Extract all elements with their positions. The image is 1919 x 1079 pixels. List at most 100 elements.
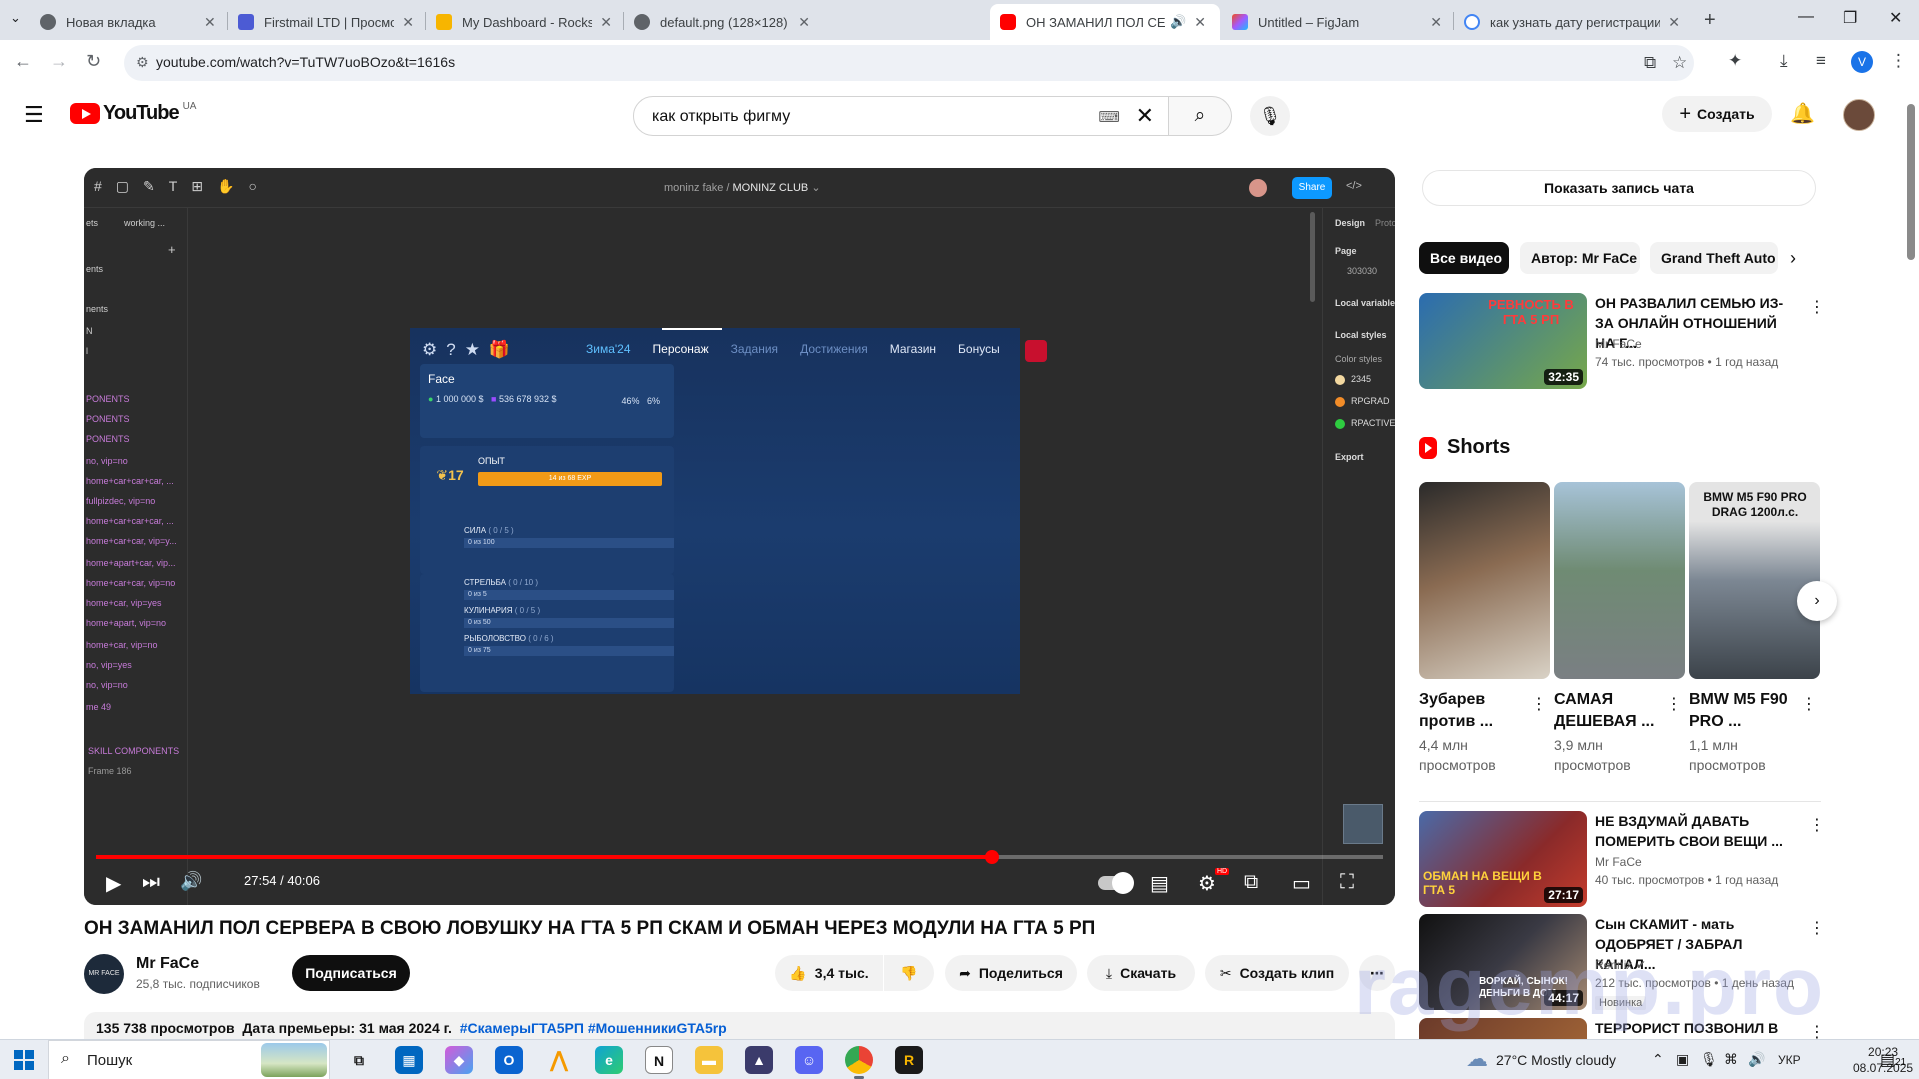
language-indicator[interactable]: УКР [1778, 1053, 1801, 1067]
theater-mode-icon[interactable]: ▭ [1292, 871, 1311, 896]
weather-cloud-icon[interactable]: ☁ [1466, 1046, 1488, 1072]
recommended-video[interactable]: ОБМАН НА ВЕЩИ В ГТА 5 27:17 НЕ ВЗДУМАЙ Д… [1419, 811, 1825, 907]
close-icon[interactable]: ✕ [1194, 14, 1206, 31]
browser-tab[interactable]: Untitled – FigJam ✕ [1222, 4, 1452, 40]
like-button[interactable]: 👍 3,4 тыс. [775, 955, 883, 991]
short-title[interactable]: Зубарев против ... [1419, 689, 1529, 733]
edge-icon[interactable]: e [595, 1046, 623, 1074]
video-thumbnail[interactable]: ОБМАН НА ВЕЩИ В ГТА 5 27:17 [1419, 811, 1587, 907]
notification-center-icon[interactable]: ▤21 [1880, 1050, 1906, 1070]
more-vertical-icon[interactable]: ⋮ [1531, 694, 1547, 714]
browser-tab[interactable]: как узнать дату регистрации рокстар ✕ [1454, 4, 1690, 40]
task-view-icon[interactable]: ⧉ [345, 1046, 373, 1074]
shorts-next-chevron-icon[interactable]: › [1797, 581, 1837, 621]
copilot-icon[interactable]: ◆ [445, 1046, 473, 1074]
tab-search-chevron-icon[interactable]: ⌄ [10, 10, 21, 26]
notepad-icon[interactable]: N [645, 1046, 673, 1074]
new-tab-plus-icon[interactable]: + [1704, 9, 1716, 32]
back-arrow-icon[interactable]: ← [14, 51, 32, 72]
store-icon[interactable]: ▦ [395, 1046, 423, 1074]
miniplayer-icon[interactable]: ⧉ [1244, 871, 1258, 894]
page-scrollbar[interactable] [1907, 104, 1915, 260]
volume-icon[interactable]: 🔊 [180, 871, 202, 892]
video-thumbnail[interactable]: РЕВНОСТЬ В ГТА 5 РП 32:35 [1419, 293, 1587, 389]
bookmark-star-icon[interactable]: ☆ [1672, 53, 1687, 73]
subtitles-icon[interactable]: ▤ [1150, 871, 1169, 896]
more-vertical-icon[interactable]: ⋮ [1666, 694, 1682, 714]
user-avatar[interactable] [1843, 99, 1875, 131]
more-vertical-icon[interactable]: ⋮ [1809, 297, 1825, 317]
window-close-icon[interactable]: ✕ [1889, 8, 1902, 28]
minimize-icon[interactable]: — [1798, 8, 1814, 26]
channel-avatar[interactable]: MR FACE [84, 954, 124, 994]
volume-icon[interactable]: 🔊 [1748, 1051, 1765, 1068]
description-box[interactable]: 135 738 просмотров Дата премьеры: 31 мая… [84, 1012, 1395, 1042]
install-app-icon[interactable]: ⧉ [1644, 53, 1656, 73]
notifications-bell-icon[interactable]: 🔔 [1790, 101, 1815, 126]
tray-chevron-icon[interactable]: ⌃ [1652, 1051, 1664, 1068]
hamburger-menu-icon[interactable]: ☰ [24, 102, 44, 128]
site-info-icon[interactable]: ⚙ [136, 54, 149, 71]
short-title[interactable]: САМАЯ ДЕШЕВАЯ ... [1554, 689, 1664, 733]
short-item[interactable]: САМАЯ ДЕШЕВАЯ ... 3,9 млн просмотров ⋮ [1554, 482, 1685, 775]
show-chat-replay-button[interactable]: Показать запись чата [1422, 170, 1816, 206]
scrubber-handle[interactable] [985, 850, 999, 864]
next-video-icon[interactable]: ⏭ [142, 871, 160, 894]
chip-gta[interactable]: Grand Theft Auto [1650, 242, 1778, 274]
subscribe-button[interactable]: Подписаться [292, 955, 410, 991]
short-thumbnail[interactable]: BMW M5 F90 PRO DRAG 1200л.с. [1689, 482, 1820, 679]
video-channel[interactable]: Mr FaCe [1595, 855, 1642, 869]
rockstar-launcher-icon[interactable]: R [895, 1046, 923, 1074]
clip-button[interactable]: ✂ Создать клип [1205, 955, 1349, 991]
chip-author[interactable]: Автор: Mr FaCe [1520, 242, 1640, 274]
channel-name[interactable]: Mr FaCe [136, 955, 199, 973]
close-icon[interactable]: ✕ [600, 14, 612, 31]
browser-tab[interactable]: Новая вкладка ✕ [30, 4, 226, 40]
search-button[interactable]: ⌕ [1168, 96, 1232, 136]
search-input[interactable]: как открыть фигму ⌨ ✕ [633, 96, 1169, 136]
short-thumbnail[interactable] [1419, 482, 1550, 679]
reload-icon[interactable]: ↻ [86, 51, 101, 72]
tray-mic-icon[interactable]: 🎙 [1700, 1051, 1718, 1068]
windows-start-icon[interactable] [14, 1050, 34, 1070]
fullscreen-icon[interactable]: ⛶ [1340, 871, 1354, 894]
browser-tab[interactable]: default.png (128×128) ✕ [624, 4, 820, 40]
more-vertical-icon[interactable]: ⋮ [1801, 694, 1817, 714]
short-item[interactable]: BMW M5 F90 PRO DRAG 1200л.с. BMW M5 F90 … [1689, 482, 1820, 775]
restore-icon[interactable]: ❐ [1843, 8, 1857, 28]
keyboard-icon[interactable]: ⌨ [1098, 108, 1120, 126]
dislike-button[interactable]: 👎 [884, 955, 934, 991]
discord-icon[interactable]: ☺ [795, 1046, 823, 1074]
weather-text[interactable]: 27°C Mostly cloudy [1496, 1052, 1616, 1068]
video-channel[interactable]: Mr FaCe [1595, 337, 1642, 351]
create-button[interactable]: + Создать [1662, 96, 1772, 132]
speaker-icon[interactable]: 🔊 [1170, 14, 1186, 30]
close-icon[interactable]: ✕ [204, 14, 216, 31]
address-bar[interactable]: ⚙ youtube.com/watch?v=TuTW7uoBOzo&t=1616… [124, 45, 1694, 81]
taskbar-search-input[interactable]: ⌕ Пошук [48, 1040, 330, 1079]
hashtags[interactable]: #СкамерыГТА5РП #МошенникиGTA5rp [460, 1020, 727, 1036]
game-launcher-icon[interactable]: ▲ [745, 1046, 773, 1074]
video-title[interactable]: НЕ ВЗДУМАЙ ДАВАТЬ ПОМЕРИТЬ СВОИ ВЕЩИ ... [1595, 811, 1795, 851]
clear-search-icon[interactable]: ✕ [1136, 103, 1154, 129]
browser-tab[interactable]: Firstmail LTD | Просмотр сообщения ✕ [228, 4, 424, 40]
download-button[interactable]: ⤓ Скачать [1087, 955, 1195, 991]
settings-gear-icon[interactable]: ⚙ [1198, 871, 1216, 896]
more-vertical-icon[interactable]: ⋮ [1809, 918, 1825, 938]
more-vertical-icon[interactable]: ⋮ [1809, 815, 1825, 835]
browser-tab-active[interactable]: ОН ЗАМАНИЛ ПОЛ СЕРВЕРА 🔊 ✕ [990, 4, 1220, 40]
media-controls-icon[interactable]: ≡ [1816, 51, 1826, 71]
download-icon[interactable]: ⤓ [1780, 51, 1788, 71]
short-title[interactable]: BMW M5 F90 PRO ... [1689, 689, 1799, 733]
extensions-puzzle-icon[interactable]: ✦ [1728, 51, 1742, 71]
chevron-right-icon[interactable]: › [1790, 248, 1796, 269]
chip-all-videos[interactable]: Все видео [1419, 242, 1509, 274]
close-icon[interactable]: ✕ [1430, 14, 1442, 31]
close-icon[interactable]: ✕ [402, 14, 414, 31]
close-icon[interactable]: ✕ [1668, 14, 1680, 31]
share-button[interactable]: ➦ Поделиться [945, 955, 1077, 991]
close-icon[interactable]: ✕ [798, 14, 810, 31]
tray-app-icon[interactable]: ▣ [1676, 1051, 1689, 1068]
forward-arrow-icon[interactable]: → [50, 51, 68, 72]
more-vertical-icon[interactable]: ⋮ [1890, 51, 1907, 71]
